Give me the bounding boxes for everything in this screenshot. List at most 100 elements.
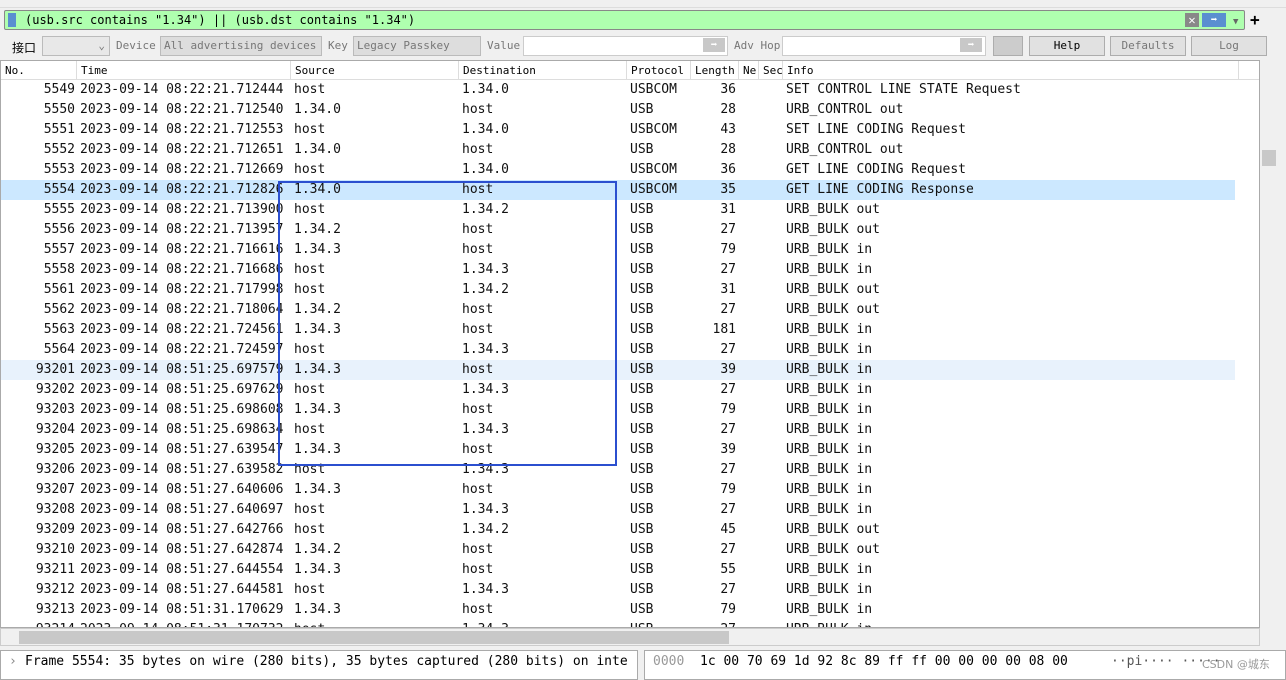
cell-length: 36	[720, 162, 736, 177]
cell-source: host	[294, 582, 326, 597]
apply-value-arrow-icon[interactable]: ➡	[703, 38, 725, 52]
column-header-protocol[interactable]: Protocol	[627, 61, 691, 80]
table-row[interactable]: 5557 2023-09-14 08:22:21.716616 1.34.3 host…	[1, 240, 1235, 260]
table-row[interactable]: 93203 2023-09-14 08:51:25.698608 1.34.3 hos…	[1, 400, 1235, 420]
table-row[interactable]: 5563 2023-09-14 08:22:21.724561 1.34.3 host…	[1, 320, 1235, 340]
cell-info: URB_BULK in	[786, 582, 873, 597]
table-row[interactable]: 93211 2023-09-14 08:51:27.644554 1.34.3 hos…	[1, 560, 1235, 580]
cell-length: 27	[720, 302, 736, 317]
table-row[interactable]: 5556 2023-09-14 08:22:21.713957 1.34.2 host…	[1, 220, 1235, 240]
interface-select[interactable]: ⌄	[42, 36, 110, 56]
bookmark-icon[interactable]	[8, 13, 16, 27]
cell-protocol: USBCOM	[630, 122, 677, 137]
table-row[interactable]: 5553 2023-09-14 08:22:21.712669 host 1.34.0…	[1, 160, 1235, 180]
clear-filter-icon[interactable]: ✕	[1185, 13, 1199, 27]
cell-length: 39	[720, 442, 736, 457]
cell-protocol: USB	[630, 382, 654, 397]
defaults-button[interactable]: Defaults	[1110, 36, 1186, 56]
cell-time: 2023-09-14 08:22:21.718064	[80, 302, 284, 317]
table-row[interactable]: 93214 2023-09-14 08:51:31.170732 host 1.34.…	[1, 620, 1235, 627]
cell-destination: 1.34.3	[462, 620, 509, 627]
cell-info: URB_BULK in	[786, 502, 873, 517]
display-filter-input[interactable]: (usb.src contains "1.34") || (usb.dst co…	[25, 11, 415, 29]
horizontal-scrollbar[interactable]	[0, 628, 1260, 646]
table-row[interactable]: 93202 2023-09-14 08:51:25.697629 host 1.34.…	[1, 380, 1235, 400]
expand-arrow-icon[interactable]: ›	[9, 651, 17, 673]
cell-length: 39	[720, 362, 736, 377]
cell-length: 31	[720, 282, 736, 297]
cell-no: 5551	[43, 122, 75, 137]
cell-destination: host	[462, 482, 494, 497]
blank-button[interactable]	[993, 36, 1023, 56]
cell-info: URB_BULK in	[786, 402, 873, 417]
horizontal-scrollbar-thumb[interactable]	[19, 631, 729, 644]
table-row[interactable]: 5564 2023-09-14 08:22:21.724597 host 1.34.3…	[1, 340, 1235, 360]
cell-length: 27	[720, 502, 736, 517]
table-row[interactable]: 5561 2023-09-14 08:22:21.717998 host 1.34.2…	[1, 280, 1235, 300]
table-row[interactable]: 5558 2023-09-14 08:22:21.716686 host 1.34.3…	[1, 260, 1235, 280]
cell-time: 2023-09-14 08:22:21.712826	[80, 182, 284, 197]
cell-no: 5549	[43, 82, 75, 97]
cell-destination: 1.34.0	[462, 82, 509, 97]
display-filter-bar[interactable]: (usb.src contains "1.34") || (usb.dst co…	[4, 10, 1245, 30]
cell-time: 2023-09-14 08:22:21.717998	[80, 282, 284, 297]
column-header-time[interactable]: Time	[77, 61, 291, 80]
key-select[interactable]: Legacy Passkey	[353, 36, 481, 56]
cell-no: 93213	[35, 602, 75, 617]
table-row[interactable]: 5552 2023-09-14 08:22:21.712651 1.34.0 host…	[1, 140, 1235, 160]
table-row[interactable]: 5562 2023-09-14 08:22:21.718064 1.34.2 host…	[1, 300, 1235, 320]
cell-protocol: USBCOM	[630, 82, 677, 97]
help-button[interactable]: Help	[1029, 36, 1105, 56]
table-row[interactable]: 93210 2023-09-14 08:51:27.642874 1.34.2 hos…	[1, 540, 1235, 560]
cell-time: 2023-09-14 08:22:21.716616	[80, 242, 284, 257]
column-header-sec[interactable]: Sec	[759, 61, 783, 80]
apply-filter-icon[interactable]: ➡	[1202, 13, 1226, 27]
cell-time: 2023-09-14 08:22:21.724561	[80, 322, 284, 337]
adv-hop-input[interactable]	[782, 36, 986, 56]
cell-no: 93211	[35, 562, 75, 577]
cell-protocol: USB	[630, 602, 654, 617]
hex-bytes[interactable]: 1c 00 70 69 1d 92 8c 89 ff ff 00 00 00 0…	[700, 651, 1068, 673]
apply-adv-hop-arrow-icon[interactable]: ➡	[960, 38, 982, 52]
column-header-info[interactable]: Info	[783, 61, 1239, 80]
cell-protocol: USB	[630, 222, 654, 237]
cell-protocol: USB	[630, 342, 654, 357]
column-header-destination[interactable]: Destination	[459, 61, 627, 80]
cell-protocol: USB	[630, 442, 654, 457]
column-header-length[interactable]: Length	[691, 61, 739, 80]
table-row[interactable]: 93207 2023-09-14 08:51:27.640606 1.34.3 hos…	[1, 480, 1235, 500]
table-row[interactable]: 93206 2023-09-14 08:51:27.639582 host 1.34.…	[1, 460, 1235, 480]
table-row[interactable]: 93204 2023-09-14 08:51:25.698634 host 1.34.…	[1, 420, 1235, 440]
cell-length: 28	[720, 142, 736, 157]
cell-info: GET LINE CODING Request	[786, 162, 967, 177]
filter-history-dropdown-icon[interactable]: ▼	[1233, 13, 1238, 31]
packet-bytes-pane[interactable]: 0000 1c 00 70 69 1d 92 8c 89 ff ff 00 00…	[644, 650, 1286, 680]
table-row[interactable]: 93212 2023-09-14 08:51:27.644581 host 1.34.…	[1, 580, 1235, 600]
table-row[interactable]: 5551 2023-09-14 08:22:21.712553 host 1.34.0…	[1, 120, 1235, 140]
vertical-scrollbar-thumb[interactable]	[1262, 150, 1276, 166]
device-select[interactable]: All advertising devices	[160, 36, 322, 56]
cell-time: 2023-09-14 08:22:21.712669	[80, 162, 284, 177]
value-input[interactable]	[523, 36, 728, 56]
column-header-ne[interactable]: Ne:	[739, 61, 759, 80]
table-row[interactable]: 93209 2023-09-14 08:51:27.642766 host 1.34.…	[1, 520, 1235, 540]
cell-no: 5561	[43, 282, 75, 297]
packet-details-pane[interactable]: › Frame 5554: 35 bytes on wire (280 bits…	[0, 650, 638, 680]
table-row[interactable]: 93205 2023-09-14 08:51:27.639547 1.34.3 hos…	[1, 440, 1235, 460]
table-row[interactable]: 5554 2023-09-14 08:22:21.712826 1.34.0 host…	[1, 180, 1235, 200]
table-row[interactable]: 93213 2023-09-14 08:51:31.170629 1.34.3 hos…	[1, 600, 1235, 620]
cell-length: 27	[720, 462, 736, 477]
column-header-source[interactable]: Source	[291, 61, 459, 80]
packet-list[interactable]: No. Time Source Destination Protocol Len…	[0, 60, 1260, 628]
add-filter-button[interactable]: +	[1250, 10, 1260, 29]
cell-length: 36	[720, 82, 736, 97]
table-row[interactable]: 5555 2023-09-14 08:22:21.713900 host 1.34.2…	[1, 200, 1235, 220]
column-header-no[interactable]: No.	[1, 61, 77, 80]
log-button[interactable]: Log	[1191, 36, 1267, 56]
frame-summary[interactable]: Frame 5554: 35 bytes on wire (280 bits),…	[25, 654, 628, 669]
table-row[interactable]: 5550 2023-09-14 08:22:21.712540 1.34.0 host…	[1, 100, 1235, 120]
table-row[interactable]: 93201 2023-09-14 08:51:25.697579 1.34.3 hos…	[1, 360, 1235, 380]
table-row[interactable]: 93208 2023-09-14 08:51:27.640697 host 1.34.…	[1, 500, 1235, 520]
table-row[interactable]: 5549 2023-09-14 08:22:21.712444 host 1.34.0…	[1, 80, 1235, 100]
vertical-scrollbar[interactable]	[1260, 60, 1278, 628]
